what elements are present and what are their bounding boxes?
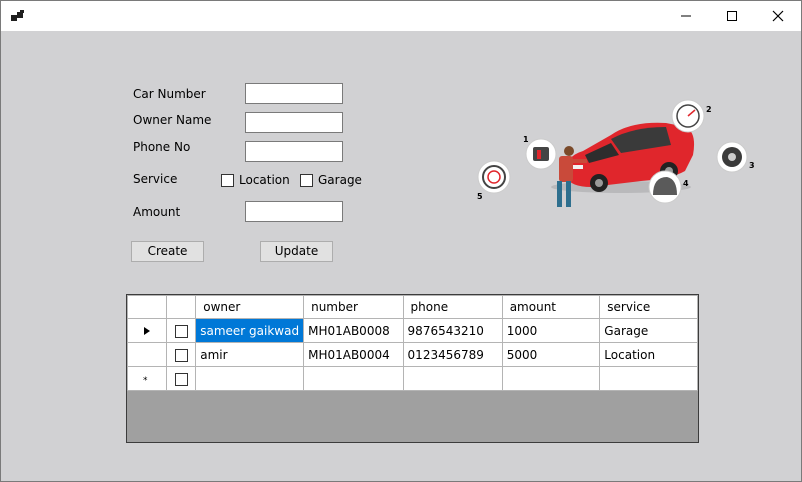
minimize-button[interactable] bbox=[663, 1, 709, 31]
garage-checkbox-label[interactable]: Garage bbox=[318, 173, 362, 187]
number-cell[interactable] bbox=[303, 366, 404, 391]
service-label: Service bbox=[133, 172, 178, 186]
app-icon bbox=[11, 10, 25, 22]
owner-cell[interactable]: amir bbox=[195, 342, 305, 367]
owner-name-label: Owner Name bbox=[133, 113, 212, 127]
row-checkbox[interactable] bbox=[174, 324, 188, 338]
column-header-phone[interactable]: phone bbox=[402, 295, 503, 319]
car-number-field[interactable] bbox=[245, 83, 343, 104]
new-row-asterisk-icon: * bbox=[143, 376, 148, 386]
callout-1: 1 bbox=[523, 135, 557, 170]
maximize-icon bbox=[727, 11, 737, 21]
callout-5: 5 bbox=[477, 160, 511, 201]
location-checkbox-label[interactable]: Location bbox=[239, 173, 290, 187]
svg-text:5: 5 bbox=[477, 192, 483, 201]
amount-label: Amount bbox=[133, 205, 181, 219]
location-checkbox[interactable] bbox=[221, 174, 234, 187]
current-row-arrow-icon bbox=[144, 326, 151, 335]
phone-cell[interactable] bbox=[402, 366, 503, 391]
update-button[interactable]: Update bbox=[260, 241, 333, 262]
service-cell[interactable] bbox=[599, 366, 698, 391]
maximize-button[interactable] bbox=[709, 1, 755, 31]
phone-cell[interactable]: 0123456789 bbox=[402, 342, 503, 367]
column-header-select[interactable] bbox=[166, 295, 197, 319]
row-checkbox[interactable] bbox=[174, 348, 188, 362]
minimize-icon bbox=[681, 15, 691, 17]
phone-no-field[interactable] bbox=[245, 141, 343, 162]
amount-cell[interactable]: 1000 bbox=[501, 318, 601, 343]
records-grid[interactable]: owner number phone amount service sameer… bbox=[126, 294, 699, 443]
create-button[interactable]: Create bbox=[131, 241, 204, 262]
car-number-label: Car Number bbox=[133, 87, 206, 101]
table-row[interactable]: amir MH01AB0004 0123456789 5000 Location bbox=[127, 342, 698, 367]
owner-cell[interactable]: sameer gaikwad bbox=[195, 318, 305, 343]
column-header-number[interactable]: number bbox=[303, 295, 404, 319]
new-row[interactable]: * bbox=[127, 366, 698, 391]
svg-text:4: 4 bbox=[683, 179, 689, 188]
callout-4: 4 bbox=[648, 170, 689, 204]
select-cell[interactable] bbox=[166, 342, 197, 367]
close-button[interactable] bbox=[755, 1, 801, 31]
row-checkbox[interactable] bbox=[174, 372, 188, 386]
table-row[interactable]: sameer gaikwad MH01AB0008 9876543210 100… bbox=[127, 318, 698, 343]
service-cell[interactable]: Garage bbox=[599, 318, 698, 343]
callout-2: 2 bbox=[671, 99, 712, 133]
number-cell[interactable]: MH01AB0008 bbox=[303, 318, 404, 343]
row-header[interactable] bbox=[127, 342, 168, 367]
row-header[interactable]: * bbox=[127, 366, 168, 391]
title-bar[interactable] bbox=[1, 1, 801, 31]
amount-field[interactable] bbox=[245, 201, 343, 222]
column-header-service[interactable]: service bbox=[599, 295, 698, 319]
svg-text:3: 3 bbox=[749, 161, 755, 170]
owner-name-field[interactable] bbox=[245, 112, 343, 133]
owner-cell[interactable] bbox=[195, 366, 305, 391]
select-cell[interactable] bbox=[166, 366, 197, 391]
amount-cell[interactable] bbox=[501, 366, 601, 391]
garage-checkbox[interactable] bbox=[300, 174, 313, 187]
select-cell[interactable] bbox=[166, 318, 197, 343]
client-area: Car Number Owner Name Phone No Service A… bbox=[1, 31, 801, 481]
number-cell[interactable]: MH01AB0004 bbox=[303, 342, 404, 367]
row-header[interactable] bbox=[127, 318, 168, 343]
svg-text:2: 2 bbox=[706, 105, 712, 114]
svg-text:*: * bbox=[143, 376, 148, 383]
column-header-owner[interactable]: owner bbox=[195, 295, 305, 319]
column-header-amount[interactable]: amount bbox=[501, 295, 601, 319]
main-window: Car Number Owner Name Phone No Service A… bbox=[0, 0, 802, 482]
callout-3: 3 bbox=[716, 141, 755, 173]
car-service-illustration: 1 2 3 4 5 bbox=[477, 99, 755, 207]
service-cell[interactable]: Location bbox=[599, 342, 698, 367]
amount-cell[interactable]: 5000 bbox=[501, 342, 601, 367]
svg-text:1: 1 bbox=[523, 135, 529, 144]
corner-header bbox=[127, 295, 168, 319]
close-icon bbox=[772, 10, 784, 22]
records-table: owner number phone amount service sameer… bbox=[127, 295, 698, 391]
phone-no-label: Phone No bbox=[133, 140, 191, 154]
header-row: owner number phone amount service bbox=[127, 295, 698, 319]
phone-cell[interactable]: 9876543210 bbox=[402, 318, 503, 343]
